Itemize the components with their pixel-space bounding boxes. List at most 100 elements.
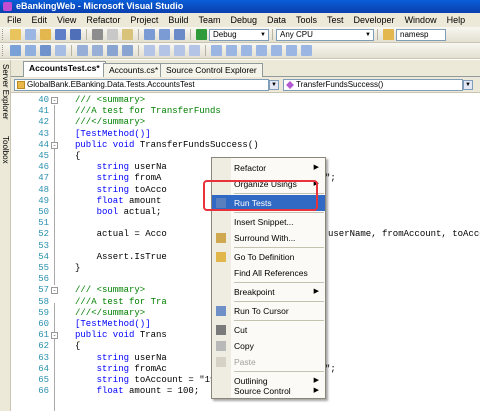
menu-item-label: Go To Definition (234, 252, 295, 262)
show-object-members-icon[interactable] (10, 45, 21, 56)
menu-item-label: Breakpoint (234, 287, 275, 297)
layout-icon[interactable] (241, 45, 252, 56)
menu-data[interactable]: Data (262, 15, 291, 25)
tab-source-control-explorer[interactable]: Source Control Explorer (160, 63, 263, 77)
indent-icon[interactable] (92, 45, 103, 56)
code-text: ///A test for TransferFunds (75, 106, 221, 116)
code-text-tail: "; (325, 364, 336, 374)
menu-team[interactable]: Team (193, 15, 225, 25)
menu-item-surround-with[interactable]: Surround With... (212, 230, 325, 246)
menu-item-refactor[interactable]: Refactor ▶ (212, 160, 325, 176)
line-number: 61 (38, 330, 49, 340)
server-explorer-tab[interactable]: Server Explorer (1, 64, 10, 120)
tab-accounts-test[interactable]: AccountsTest.cs* (23, 61, 106, 77)
menu-item-find-all-references[interactable]: Find All References (212, 265, 325, 281)
menu-edit[interactable]: Edit (27, 15, 53, 25)
uncomment-icon[interactable] (122, 45, 133, 56)
toolbar-separator (272, 29, 273, 40)
menu-view[interactable]: View (52, 15, 81, 25)
spacing-icon[interactable] (271, 45, 282, 56)
line-number: 55 (38, 263, 49, 273)
menu-item-cut[interactable]: Cut (212, 322, 325, 338)
class-dropdown[interactable]: GlobalBank.EBanking.Data.Tests.AccountsT… (14, 79, 269, 91)
menu-item-label: Source Control (234, 386, 291, 396)
menu-tools[interactable]: Tools (291, 15, 322, 25)
chevron-down-icon[interactable]: ▼ (269, 80, 279, 90)
line-number: 59 (38, 308, 49, 318)
find-combo[interactable]: namesp (396, 28, 446, 41)
menu-item-insert-snippet[interactable]: Insert Snippet... (212, 214, 325, 230)
outdent-icon[interactable] (77, 45, 88, 56)
toolbar-grip[interactable] (2, 45, 5, 56)
collapse-toggle-icon[interactable]: - (51, 97, 58, 104)
quick-info-icon[interactable] (40, 45, 51, 56)
menu-item-label: Copy (234, 341, 254, 351)
tab-accounts[interactable]: Accounts.cs* (103, 63, 165, 77)
menu-file[interactable]: File (2, 15, 27, 25)
menu-item-breakpoint[interactable]: Breakpoint ▶ (212, 284, 325, 300)
bookmark-icon[interactable] (144, 45, 155, 56)
menu-item-paste[interactable]: Paste (212, 354, 325, 370)
platform-select[interactable]: Any CPU ▼ (276, 28, 374, 41)
toolbar-separator (71, 45, 72, 56)
prev-bookmark-icon[interactable] (159, 45, 170, 56)
save-all-icon[interactable] (70, 29, 81, 40)
code-line: 44- public void TransferFundsSuccess() (11, 140, 480, 151)
configuration-select[interactable]: Debug ▼ (209, 28, 269, 41)
cut-icon[interactable] (92, 29, 103, 40)
next-bookmark-icon[interactable] (174, 45, 185, 56)
navigate-back-icon[interactable] (174, 29, 185, 40)
line-number: 41 (38, 106, 49, 116)
save-icon[interactable] (55, 29, 66, 40)
menu-item-copy[interactable]: Copy (212, 338, 325, 354)
collapse-toggle-icon[interactable]: - (51, 332, 58, 339)
keyword-token: float (96, 386, 130, 396)
menu-item-run-to-cursor[interactable]: Run To Cursor (212, 303, 325, 319)
menu-project[interactable]: Project (125, 15, 163, 25)
menu-debug[interactable]: Debug (225, 15, 262, 25)
menu-developer[interactable]: Developer (349, 15, 400, 25)
collapse-toggle-icon[interactable]: - (51, 287, 58, 294)
undo-icon[interactable] (144, 29, 155, 40)
open-file-icon[interactable] (40, 29, 51, 40)
menu-help[interactable]: Help (442, 15, 471, 25)
paste-icon[interactable] (122, 29, 133, 40)
parameter-info-icon[interactable] (25, 45, 36, 56)
menu-item-label: Surround With... (234, 233, 296, 243)
toolbox-tab[interactable]: Toolbox (1, 136, 10, 164)
clear-bookmarks-icon[interactable] (189, 45, 200, 56)
menu-build[interactable]: Build (163, 15, 193, 25)
find-in-files-icon[interactable] (383, 29, 394, 40)
order-icon[interactable] (301, 45, 312, 56)
complete-word-icon[interactable] (55, 45, 66, 56)
line-number: 56 (38, 274, 49, 284)
start-debug-icon[interactable] (196, 29, 207, 40)
member-dropdown[interactable]: TransferFundsSuccess() (283, 79, 463, 91)
toolbar-separator (205, 45, 206, 56)
toolbar-separator (138, 45, 139, 56)
center-icon[interactable] (286, 45, 297, 56)
menu-item-go-to-definition[interactable]: Go To Definition (212, 249, 325, 265)
menu-item-source-control[interactable]: Source Control ▶ (212, 383, 325, 399)
line-number: 66 (38, 386, 49, 396)
keyword-token: string (96, 364, 135, 374)
code-text: float amount (96, 196, 162, 206)
align-icon[interactable] (226, 45, 237, 56)
copy-icon[interactable] (107, 29, 118, 40)
comment-icon[interactable] (107, 45, 118, 56)
toolbar-grip[interactable] (2, 29, 5, 40)
highlight-callout (203, 180, 318, 211)
submenu-arrow-icon: ▶ (313, 164, 319, 171)
add-project-icon[interactable] (10, 29, 21, 40)
redo-icon[interactable] (159, 29, 170, 40)
collapse-toggle-icon[interactable]: - (51, 142, 58, 149)
toolbar-separator (138, 29, 139, 40)
keyword-token: string (96, 173, 135, 183)
size-icon[interactable] (256, 45, 267, 56)
add-item-icon[interactable] (25, 29, 36, 40)
menu-refactor[interactable]: Refactor (81, 15, 125, 25)
format-icon[interactable] (211, 45, 222, 56)
menu-window[interactable]: Window (400, 15, 442, 25)
chevron-down-icon[interactable]: ▼ (463, 80, 473, 90)
menu-test[interactable]: Test (322, 15, 349, 25)
